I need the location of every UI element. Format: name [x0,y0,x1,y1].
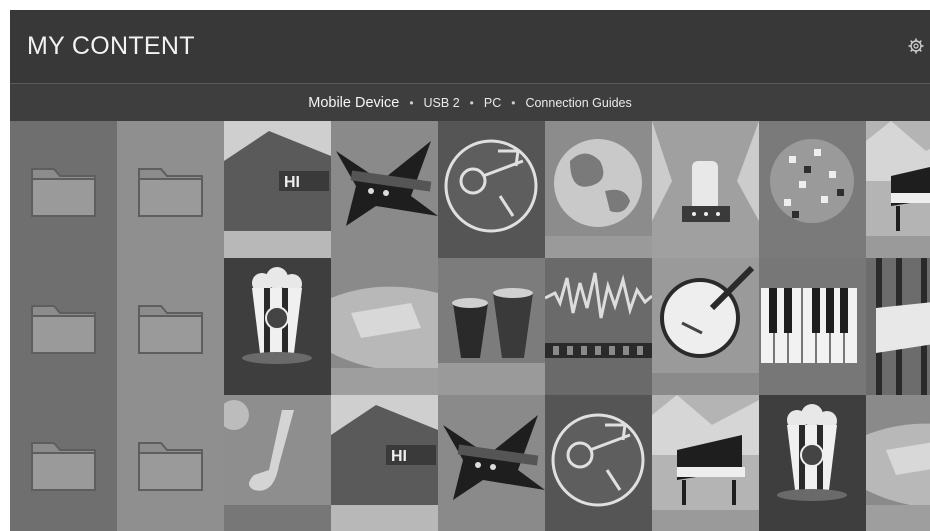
content-tile[interactable] [866,258,930,395]
source-tab-mobile-device[interactable]: Mobile Device [308,95,399,111]
folder-icon [10,121,117,258]
content-tile[interactable] [866,395,930,531]
content-tile[interactable] [759,395,866,531]
saxophone-icon [224,395,331,531]
content-tile[interactable] [224,395,331,531]
content-tile[interactable] [759,258,866,395]
content-tile[interactable]: HI [224,121,331,258]
grand-piano-icon [866,121,930,258]
content-tile[interactable] [331,258,438,395]
sheet-music-icon [866,258,930,395]
piano-keys-icon [759,258,866,395]
sound-wave-icon [545,258,652,395]
folder-tile[interactable] [117,258,224,395]
content-tile[interactable] [545,121,652,258]
popcorn-music-icon [224,258,331,395]
content-tile[interactable] [652,395,759,531]
guitarist-badge-icon [438,121,545,258]
popcorn-music-icon [759,395,866,531]
source-tab-usb-2[interactable]: USB 2 [424,96,460,110]
bongo-drums-icon [438,258,545,395]
cowboy-hat-icon [331,258,438,395]
content-tile[interactable] [438,121,545,258]
movie-tent-icon: HI [331,395,438,531]
folder-icon [117,395,224,531]
content-tile[interactable] [224,258,331,395]
source-separator: • [409,95,414,110]
content-tile[interactable] [438,258,545,395]
content-tile[interactable] [438,395,545,531]
content-tile[interactable] [759,121,866,258]
electric-guitar-icon [331,121,438,258]
source-tabs: Mobile Device • USB 2 • PC • Connection Guides [10,84,930,121]
folder-icon [117,258,224,395]
folder-icon [117,121,224,258]
content-tile[interactable]: HI [331,395,438,531]
content-tile[interactable] [545,395,652,531]
rock-hand-icon [652,121,759,258]
disco-ball-icon [759,121,866,258]
grand-piano-icon [652,395,759,531]
folder-tile[interactable] [117,395,224,531]
source-separator: • [469,95,474,110]
folder-tile[interactable] [10,395,117,531]
folder-tile[interactable] [117,121,224,258]
cowboy-hat-icon [866,395,930,531]
content-tile[interactable] [866,121,930,258]
content-tile[interactable] [652,121,759,258]
source-tab-connection-guides[interactable]: Connection Guides [525,96,631,110]
electric-guitar-icon [438,395,545,531]
globe-icon [545,121,652,258]
content-tile[interactable] [331,121,438,258]
folder-icon [10,258,117,395]
page-title: MY CONTENT [27,32,195,60]
movie-tent-icon: HI [224,121,331,258]
content-grid: HI HI [10,121,930,531]
folder-tile[interactable] [10,258,117,395]
content-tile[interactable] [652,258,759,395]
gear-icon[interactable] [908,38,924,54]
source-separator: • [511,95,516,110]
tv-screen: MY CONTENT Mobile Device • USB 2 • PC • Connec… [10,10,930,531]
guitarist-badge-icon [545,395,652,531]
folder-icon [10,395,117,531]
source-tab-pc[interactable]: PC [484,96,501,110]
folder-tile[interactable] [10,121,117,258]
header-bar: MY CONTENT [10,10,930,83]
svg-text:HI: HI [284,174,300,191]
content-tile[interactable] [545,258,652,395]
svg-text:HI: HI [391,448,407,465]
banjo-icon [652,258,759,395]
